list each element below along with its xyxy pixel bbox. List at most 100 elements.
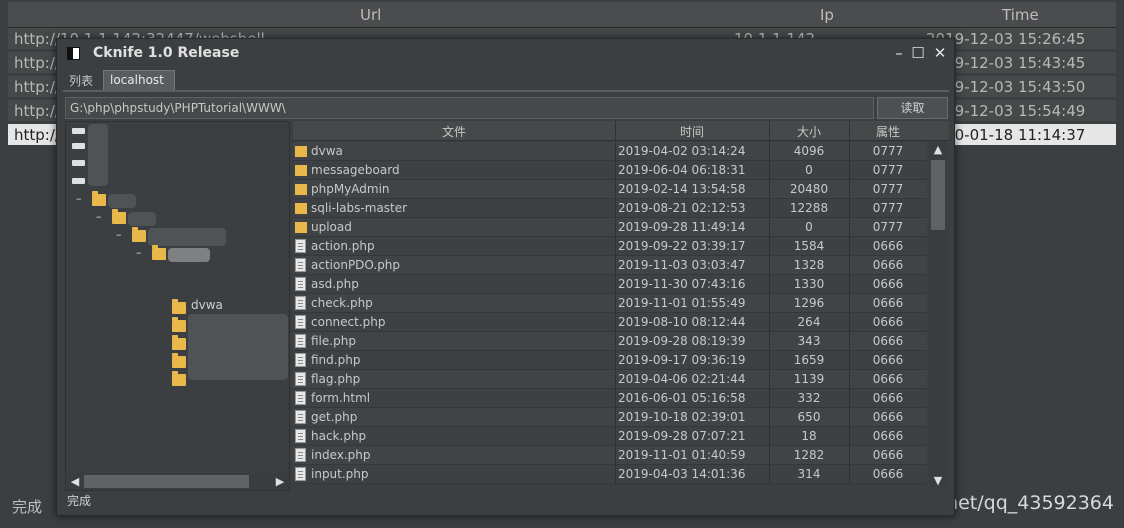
column-separator <box>615 161 616 180</box>
folder-icon <box>112 209 126 224</box>
column-separator <box>615 370 616 389</box>
drive-icon[interactable] <box>72 178 85 184</box>
file-row[interactable]: action.php 2019-09-22 03:39:17 1584 0666 <box>293 237 927 256</box>
folder-icon <box>172 371 186 386</box>
tree-collapse-icon[interactable]: – <box>76 192 82 205</box>
column-separator <box>849 237 850 256</box>
file-row[interactable]: file.php 2019-09-28 08:19:39 343 0666 <box>293 332 927 351</box>
file-row[interactable]: asd.php 2019-11-30 07:43:16 1330 0666 <box>293 275 927 294</box>
column-separator <box>615 465 616 484</box>
drive-icon[interactable] <box>72 160 85 166</box>
minimize-button[interactable]: – <box>889 43 909 63</box>
column-header-url[interactable]: Url <box>360 6 381 24</box>
file-time: 2019-09-17 09:36:19 <box>618 353 746 367</box>
column-separator <box>615 332 616 351</box>
file-name: messageboard <box>311 163 400 177</box>
redacted-area <box>108 194 136 208</box>
redacted-area <box>168 248 210 262</box>
folder-icon <box>172 299 186 314</box>
folder-icon <box>152 245 166 260</box>
file-row[interactable]: dvwa 2019-04-02 03:14:24 4096 0777 <box>293 142 927 161</box>
file-row[interactable]: input.php 2019-04-03 14:01:36 314 0666 <box>293 465 927 484</box>
background-cell-url: http:// <box>14 126 60 144</box>
file-row[interactable]: check.php 2019-11-01 01:55:49 1296 0666 <box>293 294 927 313</box>
file-attr: 0666 <box>872 296 904 310</box>
file-name: form.html <box>311 391 371 405</box>
column-separator <box>615 237 616 256</box>
file-size: 1328 <box>793 258 825 272</box>
file-size: 650 <box>797 410 821 424</box>
directory-tree[interactable]: – – – – dvwa ◀ ▶ <box>65 121 290 491</box>
file-row[interactable]: get.php 2019-10-18 02:39:01 650 0666 <box>293 408 927 427</box>
file-time: 2019-04-02 03:14:24 <box>618 144 746 158</box>
tree-collapse-icon[interactable]: – <box>116 228 122 241</box>
drive-icon[interactable] <box>72 128 85 134</box>
tab-localhost[interactable]: localhost <box>103 70 175 90</box>
dialog-title: Cknife 1.0 Release <box>93 45 240 61</box>
column-header-name[interactable]: 文件 <box>293 123 615 140</box>
file-attr: 0666 <box>872 315 904 329</box>
column-separator <box>615 218 616 237</box>
scrollbar-thumb[interactable] <box>931 160 945 230</box>
file-attr: 0666 <box>872 239 904 253</box>
file-attr: 0666 <box>872 391 904 405</box>
file-attr: 0666 <box>872 410 904 424</box>
maximize-button[interactable]: ☐ <box>908 43 928 63</box>
column-separator <box>615 142 616 161</box>
dialog-titlebar[interactable]: Cknife 1.0 Release – ☐ ✕ <box>57 39 954 69</box>
background-table-header: Url Ip Time <box>8 2 1116 28</box>
file-vertical-scrollbar[interactable]: ▲ ▼ <box>929 142 947 489</box>
file-icon <box>295 277 306 291</box>
scrollbar-thumb[interactable] <box>84 475 249 488</box>
column-header-time[interactable]: 时间 <box>615 123 769 140</box>
file-row[interactable]: find.php 2019-09-17 09:36:19 1659 0666 <box>293 351 927 370</box>
column-separator <box>615 389 616 408</box>
tab-divider <box>63 90 949 92</box>
file-name: get.php <box>311 410 358 424</box>
tab-list[interactable]: 列表 <box>63 70 99 90</box>
tree-collapse-icon[interactable]: – <box>96 210 102 223</box>
background-cell-url: http:// <box>14 54 60 72</box>
drive-icon[interactable] <box>72 143 85 149</box>
file-time: 2019-09-22 03:39:17 <box>618 239 746 253</box>
file-size: 1282 <box>793 448 825 462</box>
scroll-left-icon[interactable]: ◀ <box>66 473 84 490</box>
file-row[interactable]: index.php 2019-11-01 01:40:59 1282 0666 <box>293 446 927 465</box>
tree-horizontal-scrollbar[interactable]: ◀ ▶ <box>66 473 289 490</box>
column-separator <box>849 446 850 465</box>
column-header-size[interactable]: 大小 <box>769 123 849 140</box>
file-name: action.php <box>311 239 375 253</box>
column-header-time[interactable]: Time <box>1002 6 1039 24</box>
file-row[interactable]: form.html 2016-06-01 05:16:58 332 0666 <box>293 389 927 408</box>
column-separator <box>769 332 770 351</box>
file-name: file.php <box>311 334 356 348</box>
file-icon <box>295 467 306 481</box>
tree-collapse-icon[interactable]: – <box>136 246 142 259</box>
column-separator <box>615 313 616 332</box>
scroll-down-icon[interactable]: ▼ <box>929 473 947 489</box>
file-row[interactable]: flag.php 2019-04-06 02:21:44 1139 0666 <box>293 370 927 389</box>
column-header-attr[interactable]: 属性 <box>849 123 927 140</box>
redacted-area <box>148 228 226 246</box>
file-row[interactable]: hack.php 2019-09-28 07:07:21 18 0666 <box>293 427 927 446</box>
file-icon <box>295 372 306 386</box>
column-header-ip[interactable]: Ip <box>820 6 834 24</box>
file-row[interactable]: messageboard 2019-06-04 06:18:31 0 0777 <box>293 161 927 180</box>
column-separator <box>769 237 770 256</box>
scroll-right-icon[interactable]: ▶ <box>271 473 289 490</box>
file-row[interactable]: phpMyAdmin 2019-02-14 13:54:58 20480 0777 <box>293 180 927 199</box>
file-row[interactable]: sqli-labs-master 2019-08-21 02:12:53 12288… <box>293 199 927 218</box>
read-button[interactable]: 读取 <box>877 97 948 119</box>
file-row[interactable]: connect.php 2019-08-10 08:12:44 264 0666 <box>293 313 927 332</box>
tree-node-dvwa[interactable]: dvwa <box>191 298 223 312</box>
file-size: 20480 <box>789 182 829 196</box>
file-size: 1296 <box>793 296 825 310</box>
file-row[interactable]: upload 2019-09-28 11:49:14 0 0777 <box>293 218 927 237</box>
column-separator <box>769 142 770 161</box>
folder-icon <box>295 222 307 233</box>
file-row[interactable]: actionPDO.php 2019-11-03 03:03:47 1328 0666 <box>293 256 927 275</box>
close-button[interactable]: ✕ <box>930 43 950 63</box>
path-input[interactable] <box>65 97 874 119</box>
scroll-up-icon[interactable]: ▲ <box>929 142 947 158</box>
file-attr: 0666 <box>872 277 904 291</box>
